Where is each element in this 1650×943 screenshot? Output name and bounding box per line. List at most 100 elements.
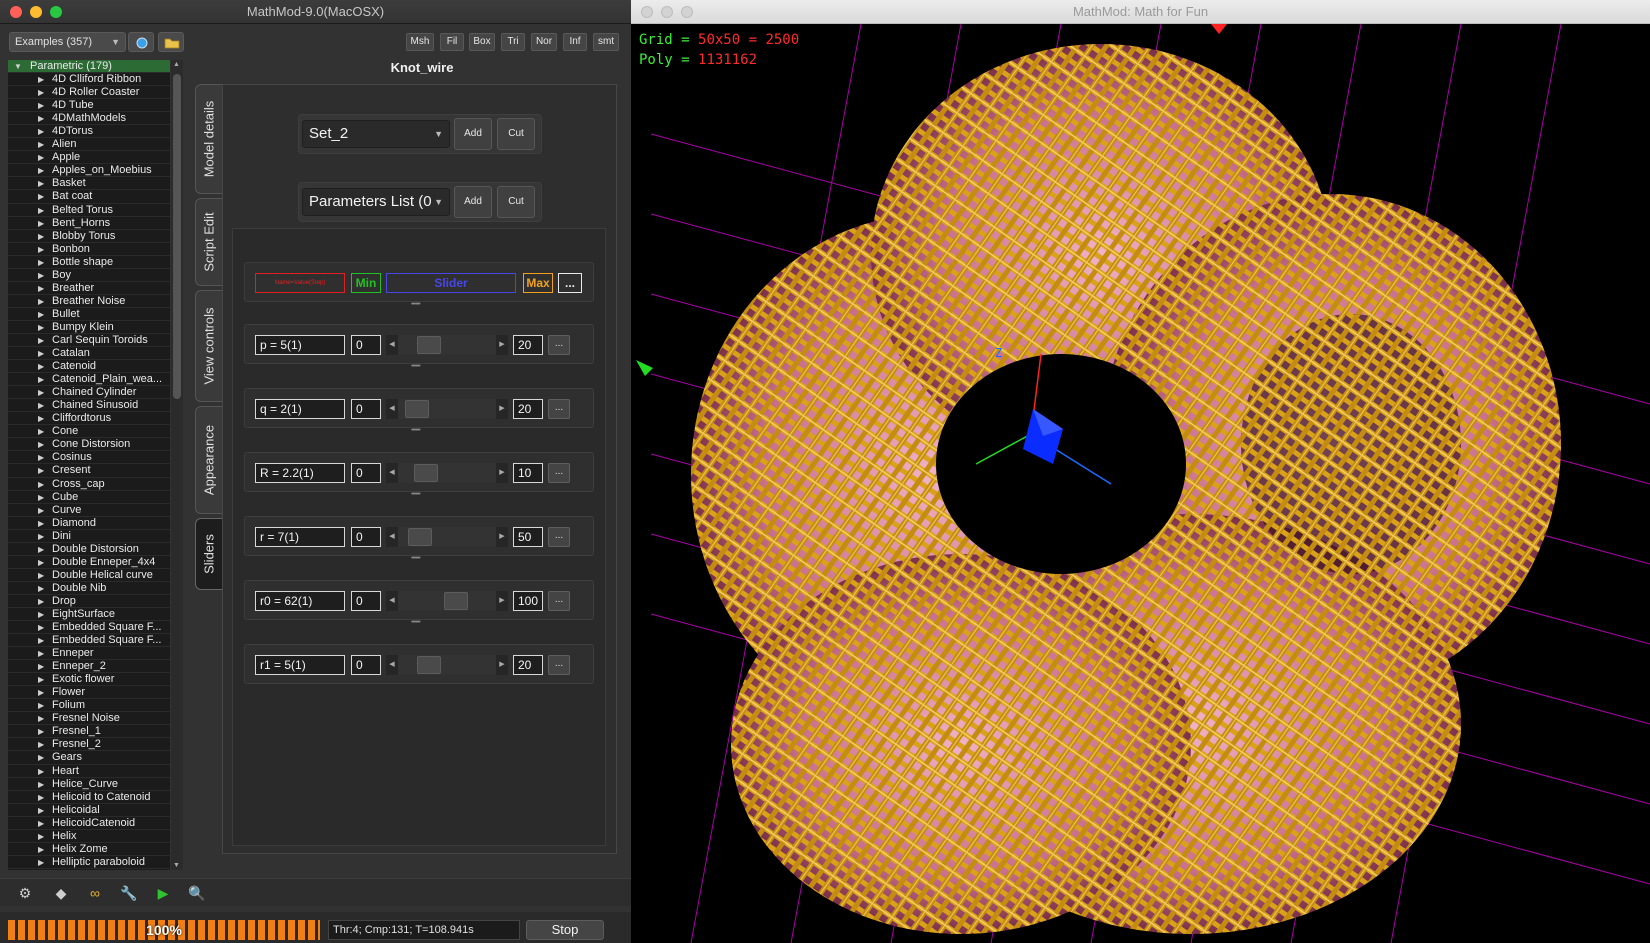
tree-item[interactable]: ▶ 4D Clliford Ribbon <box>8 73 170 87</box>
tree-item[interactable]: ▶ Double Distorsion <box>8 543 170 556</box>
tree-item[interactable]: ▶ Cliffordtorus <box>8 412 170 426</box>
collapsed-triangle-icon[interactable]: ▶ <box>38 334 44 347</box>
tree-item[interactable]: ▶ Helix <box>8 830 170 843</box>
3d-viewport[interactable]: Grid = 50x50 = 2500 Poly = 1131162 Y Z <box>631 24 1650 943</box>
collapsed-triangle-icon[interactable]: ▶ <box>38 99 44 112</box>
collapsed-triangle-icon[interactable]: ▶ <box>38 778 44 791</box>
collapsed-triangle-icon[interactable]: ▶ <box>38 686 44 699</box>
collapsed-triangle-icon[interactable]: ▶ <box>38 856 44 869</box>
tree-item[interactable]: ▶ Chained Sinusoid <box>8 399 170 413</box>
tree-item[interactable]: ▶ HelicoidCatenoid <box>8 817 170 830</box>
grip-handle[interactable]: •••••• <box>411 427 421 434</box>
collapsed-triangle-icon[interactable]: ▶ <box>38 647 44 660</box>
collapsed-triangle-icon[interactable]: ▶ <box>38 765 44 778</box>
grip-handle[interactable]: •••••• <box>411 619 421 626</box>
header-more[interactable]: ... <box>558 273 582 293</box>
tree-item[interactable]: ▶ Fresnel Noise <box>8 712 170 726</box>
msh-button[interactable]: Msh <box>406 33 434 51</box>
collapsed-triangle-icon[interactable]: ▶ <box>38 386 44 399</box>
params-add-button[interactable]: Add <box>454 186 492 218</box>
expanded-triangle-icon[interactable]: ▼ <box>14 60 22 73</box>
param-max-field[interactable]: 10 <box>513 463 543 483</box>
param-slider[interactable]: ◀ ▶ <box>386 591 508 611</box>
slider-left-arrow-icon[interactable]: ◀ <box>386 335 398 355</box>
param-min-field[interactable]: 0 <box>351 335 381 355</box>
tree-root-parametric[interactable]: ▼ Parametric (179) <box>8 60 170 74</box>
tree-item[interactable]: ▶ Catenoid <box>8 360 170 374</box>
tree-item[interactable]: ▶ Exotic flower <box>8 673 170 687</box>
slider-right-arrow-icon[interactable]: ▶ <box>496 527 508 547</box>
slider-left-arrow-icon[interactable]: ◀ <box>386 527 398 547</box>
collapsed-triangle-icon[interactable]: ▶ <box>38 712 44 725</box>
zoom-button[interactable] <box>50 6 62 18</box>
tree-item[interactable]: ▶ Bent_Horns <box>8 217 170 230</box>
tree-item[interactable]: ▶ Gears <box>8 751 170 765</box>
collapsed-triangle-icon[interactable]: ▶ <box>38 295 44 308</box>
tree-item[interactable]: ▶ Dini <box>8 530 170 543</box>
slider-right-arrow-icon[interactable]: ▶ <box>496 335 508 355</box>
param-more-button[interactable]: ... <box>548 655 570 675</box>
collapsed-triangle-icon[interactable]: ▶ <box>38 843 44 856</box>
slider-right-arrow-icon[interactable]: ▶ <box>496 591 508 611</box>
param-name-field[interactable]: q = 2(1) <box>255 399 345 419</box>
collapsed-triangle-icon[interactable]: ▶ <box>38 347 44 360</box>
collapsed-triangle-icon[interactable]: ▶ <box>38 699 44 712</box>
stop-button[interactable]: Stop <box>526 920 604 940</box>
tree-item[interactable]: ▶ Helix Zome <box>8 843 170 856</box>
tree-item[interactable]: ▶ Helicoidal <box>8 804 170 817</box>
tree-item[interactable]: ▶ Carl Sequin Toroids <box>8 334 170 348</box>
eraser-icon[interactable]: ◆ <box>50 883 72 903</box>
tree-item[interactable]: ▶ Blobby Torus <box>8 230 170 243</box>
tree-item[interactable]: ▶ Double Enneper_4x4 <box>8 556 170 569</box>
tree-item[interactable]: ▶ Apples_on_Moebius <box>8 164 170 178</box>
slider-knob[interactable] <box>405 400 429 418</box>
param-max-field[interactable]: 20 <box>513 335 543 355</box>
collapsed-triangle-icon[interactable]: ▶ <box>38 491 44 504</box>
params-select[interactable]: Parameters List (0 ▼ <box>302 188 450 216</box>
slider-knob[interactable] <box>408 528 432 546</box>
collapsed-triangle-icon[interactable]: ▶ <box>38 164 44 177</box>
param-name-field[interactable]: p = 5(1) <box>255 335 345 355</box>
collapsed-triangle-icon[interactable]: ▶ <box>38 308 44 321</box>
param-more-button[interactable]: ... <box>548 527 570 547</box>
collapsed-triangle-icon[interactable]: ▶ <box>38 660 44 673</box>
examples-select[interactable]: Examples (357) ▼ <box>9 32 126 52</box>
collapsed-triangle-icon[interactable]: ▶ <box>38 125 44 138</box>
tree-item[interactable]: ▶ Chained Cylinder <box>8 386 170 400</box>
tree-item[interactable]: ▶ Double Nib <box>8 582 170 595</box>
collapsed-triangle-icon[interactable]: ▶ <box>38 243 44 256</box>
collapsed-triangle-icon[interactable]: ▶ <box>38 582 44 595</box>
tree-item[interactable]: ▶ Cone <box>8 425 170 439</box>
collapsed-triangle-icon[interactable]: ▶ <box>38 530 44 543</box>
knot-render[interactable] <box>631 24 1650 943</box>
tree-item[interactable]: ▶ Double Helical curve <box>8 569 170 582</box>
tree-item[interactable]: ▶ Belted Torus <box>8 204 170 217</box>
tree-item[interactable]: ▶ Fresnel_2 <box>8 738 170 752</box>
set-add-button[interactable]: Add <box>454 118 492 150</box>
param-name-field[interactable]: r0 = 62(1) <box>255 591 345 611</box>
slider-track[interactable] <box>398 591 496 611</box>
tree-item[interactable]: ▶ Helliptic paraboloid <box>8 856 170 869</box>
tab-appearance[interactable]: Appearance <box>195 406 223 514</box>
collapsed-triangle-icon[interactable]: ▶ <box>38 282 44 295</box>
param-max-field[interactable]: 20 <box>513 655 543 675</box>
collapsed-triangle-icon[interactable]: ▶ <box>38 556 44 569</box>
zoom-icon[interactable]: 🔍 <box>186 883 208 903</box>
nor-button[interactable]: Nor <box>531 33 557 51</box>
tab-sliders[interactable]: Sliders <box>195 518 223 590</box>
tree-item[interactable]: ▶ Heart <box>8 765 170 778</box>
param-slider[interactable]: ◀ ▶ <box>386 463 508 483</box>
tree-item[interactable]: ▶ Helicoid to Catenoid <box>8 791 170 804</box>
collapsed-triangle-icon[interactable]: ▶ <box>38 86 44 99</box>
tree-scrollbar[interactable]: ▲ ▼ <box>171 60 183 870</box>
param-more-button[interactable]: ... <box>548 591 570 611</box>
collapsed-triangle-icon[interactable]: ▶ <box>38 608 44 621</box>
tree-item[interactable]: ▶ Flower <box>8 686 170 700</box>
tree-item[interactable]: ▶ Bottle shape <box>8 256 170 269</box>
collapsed-triangle-icon[interactable]: ▶ <box>38 517 44 530</box>
model-tree[interactable]: ▼ Parametric (179) ▶ 4D Clliford Ribbon ▶ 4… <box>8 60 170 870</box>
param-more-button[interactable]: ... <box>548 399 570 419</box>
collapsed-triangle-icon[interactable]: ▶ <box>38 569 44 582</box>
collapsed-triangle-icon[interactable]: ▶ <box>38 478 44 491</box>
tab-model-details[interactable]: Model details <box>195 84 223 194</box>
